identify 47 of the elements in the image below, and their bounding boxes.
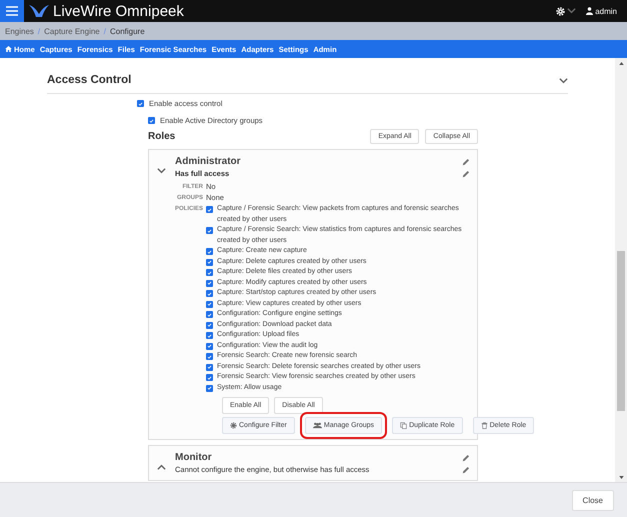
- checkbox[interactable]: [206, 248, 214, 255]
- breadcrumb-item[interactable]: Configure: [110, 26, 145, 36]
- home-icon: [5, 46, 12, 52]
- bird-logo-icon: [29, 4, 49, 18]
- menu-button[interactable]: [0, 0, 24, 22]
- app-title: LiveWire Omnipeek: [53, 2, 184, 20]
- chevron-icon[interactable]: [157, 168, 166, 174]
- scroll-down-icon[interactable]: [618, 476, 624, 478]
- checkbox[interactable]: [206, 322, 214, 328]
- trash-icon: [480, 422, 488, 429]
- checkbox[interactable]: [206, 227, 214, 234]
- role-name: Monitor: [175, 452, 212, 463]
- close-button[interactable]: Close: [572, 490, 614, 510]
- breadcrumb-separator: /: [104, 26, 106, 36]
- gear-icon: [556, 6, 566, 16]
- checkbox[interactable]: [206, 269, 214, 276]
- checkbox[interactable]: [206, 300, 214, 308]
- checkbox[interactable]: [206, 206, 214, 213]
- user-menu[interactable]: admin: [586, 6, 617, 16]
- checkbox[interactable]: [206, 311, 214, 318]
- copy-icon: [400, 422, 408, 429]
- checkbox[interactable]: [206, 374, 214, 381]
- gear-icon: [230, 422, 237, 429]
- checkbox[interactable]: [206, 258, 214, 266]
- user-icon: [586, 7, 594, 15]
- section-title: Access Control: [47, 74, 132, 86]
- checkbox[interactable]: [206, 280, 214, 286]
- checkbox[interactable]: [206, 332, 214, 339]
- checkbox[interactable]: [206, 364, 214, 370]
- checkbox[interactable]: [206, 353, 214, 360]
- settings-menu[interactable]: [556, 6, 576, 16]
- checkbox[interactable]: [206, 384, 214, 392]
- breadcrumb-item[interactable]: Capture Engine: [44, 26, 100, 36]
- role-name: Administrator: [175, 156, 241, 167]
- breadcrumb-item[interactable]: Engines: [5, 26, 34, 36]
- scroll-up-icon[interactable]: [618, 62, 624, 64]
- roles-heading: Roles: [148, 131, 176, 142]
- checkbox[interactable]: [206, 290, 214, 297]
- checkbox[interactable]: [206, 342, 214, 350]
- checkbox[interactable]: [148, 117, 155, 124]
- chevron-icon[interactable]: [157, 464, 166, 470]
- scrollbar[interactable]: [615, 58, 627, 482]
- chevron-icon[interactable]: [559, 78, 568, 84]
- menu-icon: [6, 6, 18, 16]
- people-icon: [312, 422, 322, 429]
- breadcrumb-separator: /: [38, 26, 40, 36]
- checkbox[interactable]: [137, 100, 144, 107]
